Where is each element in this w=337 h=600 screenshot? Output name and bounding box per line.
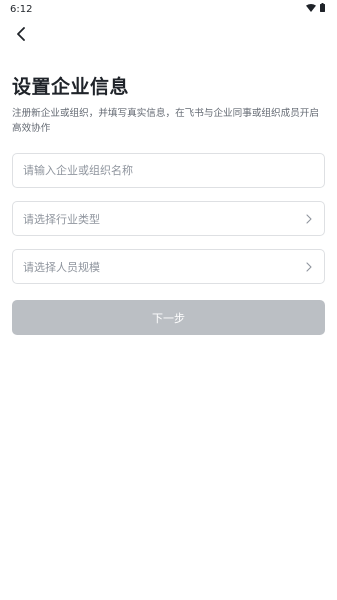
- chevron-left-icon: [15, 26, 27, 45]
- page-description: 注册新企业或组织，并填写真实信息，在飞书与企业同事或组织成员开启高效协作: [12, 108, 319, 134]
- industry-placeholder: 请选择行业类型: [23, 212, 100, 226]
- org-name-input[interactable]: [23, 164, 314, 177]
- screen: 6:12 设置企业信息 注册新企业或组织，并填写真实信息，在飞书与企业同事或组织…: [0, 0, 337, 600]
- status-bar: 6:12: [0, 0, 337, 18]
- page-title: 设置企业信息: [12, 76, 130, 98]
- staff-size-placeholder: 请选择人员规模: [23, 260, 100, 274]
- battery-icon: [320, 3, 325, 15]
- staff-size-select[interactable]: 请选择人员规模: [12, 249, 325, 284]
- status-time: 6:12: [10, 3, 33, 15]
- industry-select[interactable]: 请选择行业类型: [12, 201, 325, 236]
- wifi-icon: [306, 3, 316, 15]
- status-icons: [306, 3, 325, 15]
- chevron-right-icon: [304, 213, 314, 224]
- next-button[interactable]: 下一步: [12, 300, 325, 335]
- org-name-field[interactable]: [12, 153, 325, 188]
- back-button[interactable]: [12, 26, 30, 44]
- chevron-right-icon: [304, 261, 314, 272]
